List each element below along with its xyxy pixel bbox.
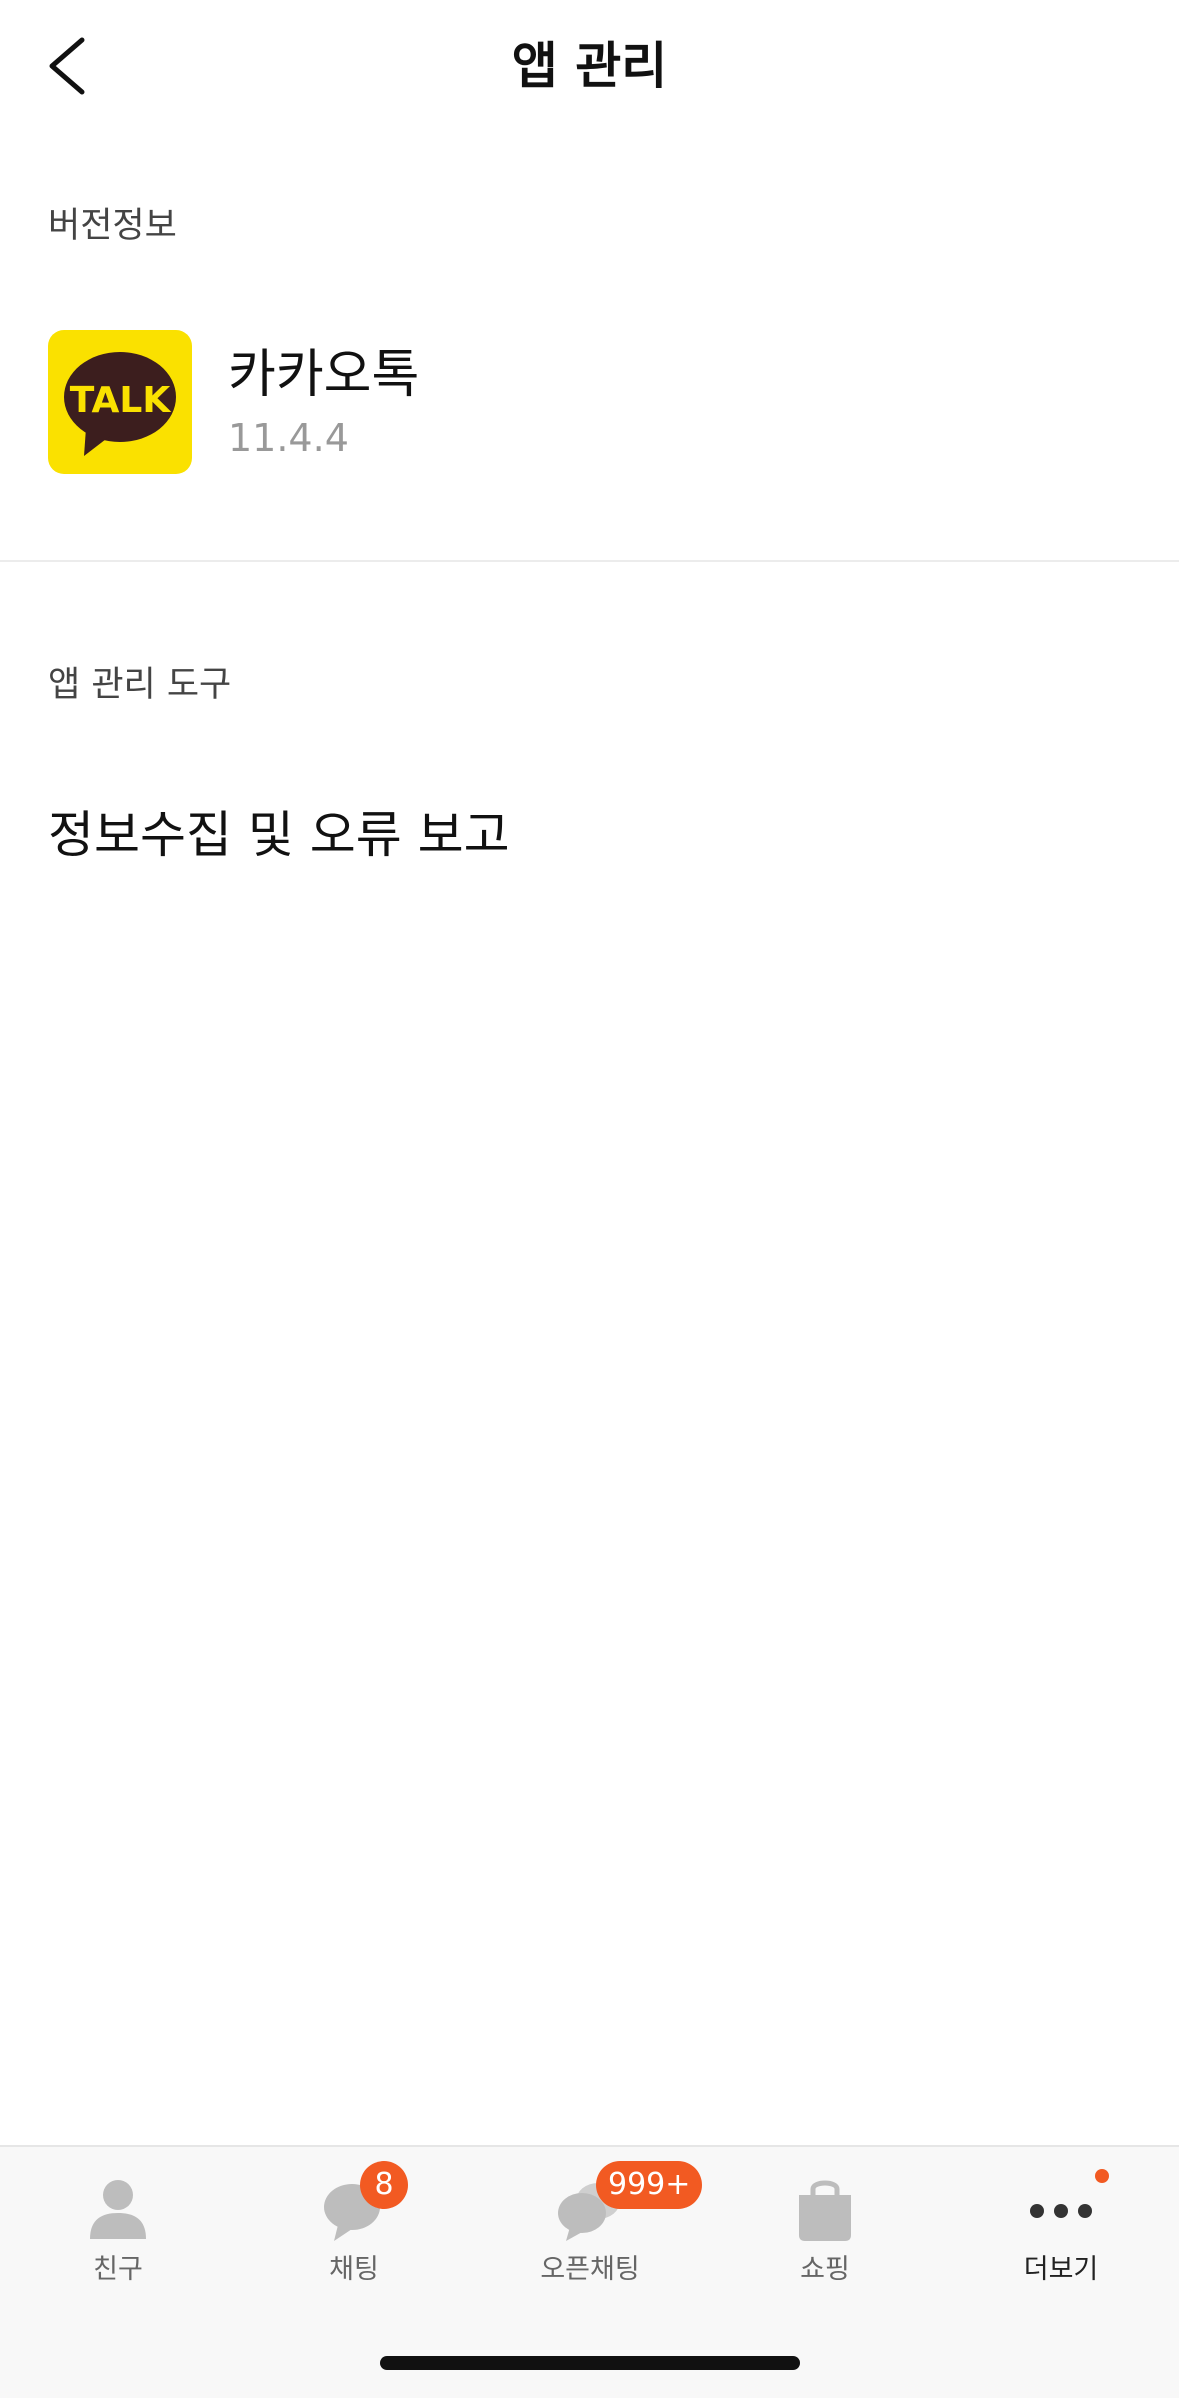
tab-more[interactable]: 더보기	[943, 2147, 1179, 2287]
header: 앱 관리	[0, 0, 1179, 135]
tab-label: 더보기	[1023, 2254, 1099, 2285]
section-divider	[0, 560, 1179, 562]
kakaotalk-logo-icon: TALK	[48, 330, 192, 474]
tab-chats[interactable]: 8 채팅	[236, 2147, 472, 2287]
shopping-bag-icon	[799, 2180, 851, 2241]
unread-badge: 8	[360, 2161, 408, 2209]
tab-shopping[interactable]: 쇼핑	[707, 2147, 943, 2287]
more-dots-icon	[1030, 2204, 1092, 2218]
app-version: 11.4.4	[228, 416, 349, 460]
home-indicator	[380, 2356, 800, 2370]
app-name: 카카오톡	[228, 345, 420, 405]
version-section-label: 버전정보	[48, 206, 177, 246]
menu-item-label: 정보수집 및 오류 보고	[48, 806, 510, 864]
menu-item-error-report[interactable]: 정보수집 및 오류 보고	[0, 790, 1179, 880]
unread-badge: 999+	[596, 2161, 703, 2209]
tab-label: 오픈채팅	[540, 2254, 640, 2285]
page-title: 앱 관리	[511, 37, 668, 95]
person-icon	[90, 2180, 146, 2239]
new-indicator-dot	[1095, 2169, 1109, 2183]
tab-label: 채팅	[329, 2254, 379, 2285]
app-info-row: TALK 카카오톡 11.4.4	[0, 310, 1179, 490]
tab-friends[interactable]: 친구	[0, 2147, 236, 2287]
logo-text: TALK	[70, 380, 172, 421]
tab-label: 친구	[93, 2254, 143, 2285]
tools-section-label: 앱 관리 도구	[48, 665, 232, 705]
tab-label: 쇼핑	[800, 2254, 850, 2285]
tab-open-chat[interactable]: 999+ 오픈채팅	[472, 2147, 708, 2287]
